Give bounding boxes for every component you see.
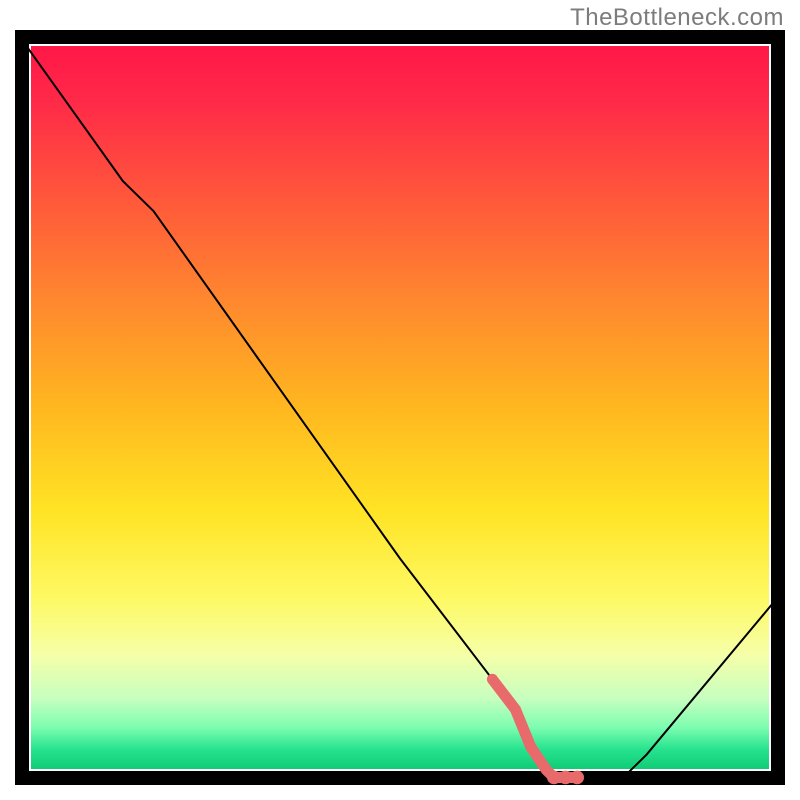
watermark-text: TheBottleneck.com <box>570 4 784 32</box>
stage: TheBottleneck.com <box>0 0 800 800</box>
chart-plot-area <box>15 30 785 785</box>
